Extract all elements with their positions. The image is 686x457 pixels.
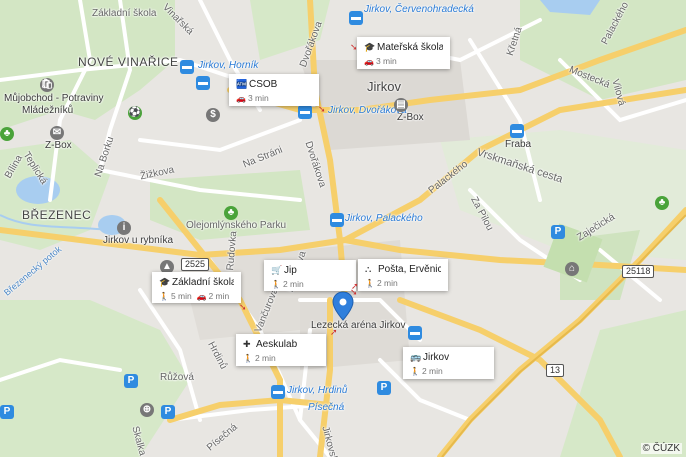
poi-card-title: Jirkov <box>423 352 450 363</box>
school-icon: 🎓 <box>159 277 171 287</box>
poi-card-jip[interactable]: 🛒 Jip 🚶 2 min <box>264 260 356 291</box>
info-icon[interactable]: i <box>117 221 131 235</box>
building-icon[interactable]: ⌂ <box>565 262 579 276</box>
poi-card-csob[interactable]: 🏧 ČSOB 🚗 3 min <box>229 74 319 106</box>
pointer-arrow-icon: ➘ <box>239 302 247 312</box>
poi-card-time: 2 min <box>254 353 276 363</box>
parking-icon[interactable]: P <box>161 405 175 419</box>
atm-icon: 🏧 <box>236 79 248 89</box>
poi-card-title: Pošta, Ervěnická <box>378 264 441 275</box>
post-icon: ⛬ <box>365 264 372 274</box>
road-shield-13: 13 <box>546 364 565 377</box>
shop-icon[interactable]: $ <box>206 108 220 122</box>
bus-icon: 🚌 <box>410 352 422 362</box>
pointer-arrow-icon: ➚ <box>351 281 359 291</box>
walk-icon: 🚶 <box>271 280 281 289</box>
poi-card-title: Mateřská škola Ji... <box>377 42 443 53</box>
poi-card-posta[interactable]: ⛬ Pošta, Ervěnická 🚶2 min <box>358 259 448 291</box>
walk-icon: 🚶 <box>243 354 253 363</box>
poi-card-time: 2 min <box>421 366 443 376</box>
parking-icon[interactable]: P <box>124 374 138 388</box>
pointer-arrow-icon: ➘ <box>350 42 358 52</box>
bus-stop-icon[interactable]: ▬ <box>196 76 210 90</box>
car-icon: 🚗 <box>196 292 207 301</box>
walk-icon: 🚶 <box>410 367 420 376</box>
medical-icon: ✚ <box>243 339 251 349</box>
poi-card-time: 2 min <box>282 279 304 289</box>
bus-stop-icon[interactable]: ▬ <box>408 326 422 340</box>
shop-icon[interactable]: ⊕ <box>140 403 154 417</box>
shop-icon[interactable]: 🛍 <box>40 78 54 92</box>
poi-card-aeskulab[interactable]: ✚ Aeskulab 🚶 2 min <box>236 334 326 366</box>
map-base <box>0 0 686 457</box>
poi-card-time-2: 2 min <box>208 291 230 301</box>
bus-stop-icon[interactable]: ▬ <box>510 124 524 138</box>
poi-card-time: 2 min <box>376 278 398 288</box>
poi-card-title: ČSOB <box>249 79 278 90</box>
park-icon[interactable]: ♣ <box>0 127 14 141</box>
poi-card-jirkov-stop[interactable]: 🚌 Jirkov 🚶 2 min <box>403 347 494 379</box>
bus-stop-icon[interactable]: ▬ <box>349 11 363 25</box>
poi-card-materska-skola[interactable]: 🎓Mateřská škola Ji... 🚗3 min <box>357 37 450 69</box>
car-icon: 🚗 <box>364 57 374 66</box>
parking-icon[interactable]: P <box>377 381 391 395</box>
car-icon: 🚗 <box>236 94 246 103</box>
location-pin-icon[interactable] <box>332 291 354 321</box>
school-icon: 🎓 <box>364 42 376 52</box>
package-icon[interactable]: ▤ <box>394 98 408 112</box>
park-icon[interactable]: ♣ <box>224 206 238 220</box>
road-shield-25118: 25118 <box>622 265 655 278</box>
sport-icon[interactable]: ⚽ <box>128 106 142 120</box>
map-copyright: © ČÚZK <box>640 443 682 454</box>
map-view[interactable]: Jirkov NOVÉ VINAŘICE BŘEZENEC Bílina Zák… <box>0 0 686 457</box>
walk-icon: 🚶 <box>159 292 169 301</box>
mail-icon[interactable]: ✉ <box>50 126 64 140</box>
poi-card-zakladni-skola[interactable]: 🎓Základní škola Jir... 🚶5 min 🚗2 min <box>152 272 241 303</box>
poi-card-time: 3 min <box>375 56 397 66</box>
poi-card-time: 5 min <box>170 291 192 301</box>
poi-card-title: Jip <box>284 265 297 276</box>
road-shield-2525: 2525 <box>181 258 210 271</box>
cart-icon: 🛒 <box>271 265 283 275</box>
poi-card-time: 3 min <box>247 93 269 103</box>
parking-icon[interactable]: P <box>0 405 14 419</box>
poi-card-title: Základní škola Jir... <box>172 277 234 288</box>
pointer-arrow-icon: ➚ <box>330 327 338 337</box>
bus-stop-icon[interactable]: ▬ <box>271 385 285 399</box>
bus-stop-icon[interactable]: ▬ <box>180 60 194 74</box>
bus-stop-icon[interactable]: ▬ <box>298 105 312 119</box>
walk-icon: 🚶 <box>365 279 375 288</box>
poi-card-title: Aeskulab <box>256 339 298 350</box>
parking-icon[interactable]: P <box>551 225 565 239</box>
bus-stop-icon[interactable]: ▬ <box>330 213 344 227</box>
pointer-arrow-icon: ➘ <box>318 104 326 114</box>
park-icon[interactable]: ♣ <box>655 196 669 210</box>
